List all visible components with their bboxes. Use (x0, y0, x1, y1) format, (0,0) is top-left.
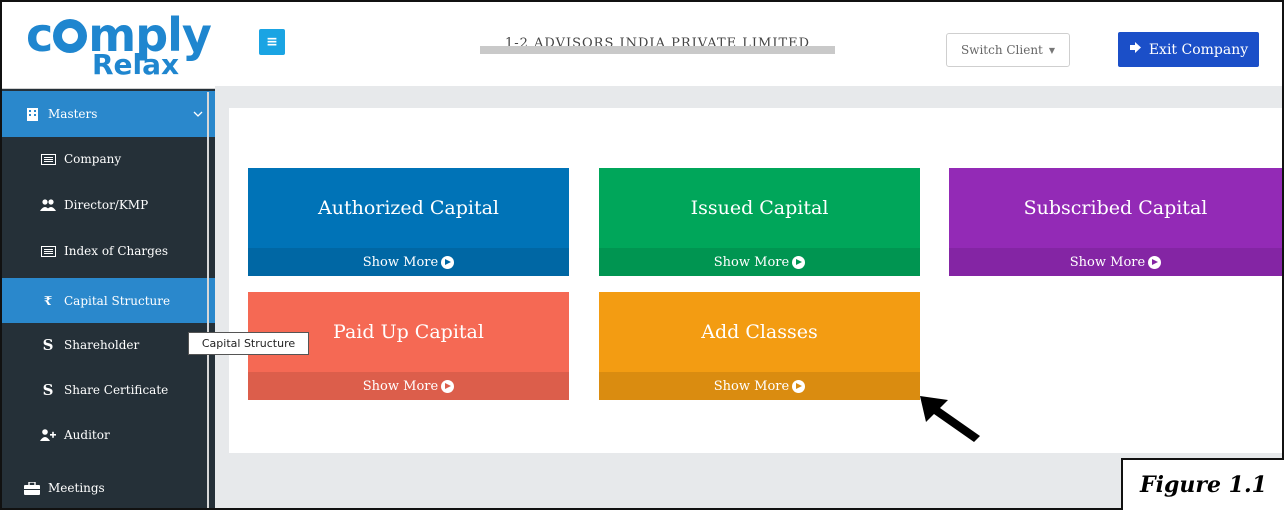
arrow-circle-right-icon (441, 379, 455, 393)
sidebar-item-label: Index of Charges (64, 244, 169, 258)
hamburger-icon: ≡ (266, 34, 278, 50)
exit-company-label: Exit Company (1148, 41, 1249, 58)
header: ≡ 1-2 ADVISORS INDIA PRIVATE LIMITED Swi… (215, 2, 1282, 86)
figure-caption: Figure 1.1 (1140, 472, 1267, 498)
show-more-link[interactable]: Show More (949, 248, 1282, 276)
show-more-label: Show More (713, 378, 790, 394)
list-icon (40, 152, 56, 166)
sidebar-item-share-certificate[interactable]: S Share Certificate (2, 368, 215, 412)
sidebar-item-index-of-charges[interactable]: Index of Charges (2, 229, 215, 273)
issued-capital-tile[interactable]: Issued Capital Show More (599, 168, 920, 276)
add-classes-tile[interactable]: Add Classes Show More (599, 292, 920, 400)
sidebar-item-label: Capital Structure (64, 293, 171, 308)
show-more-label: Show More (713, 254, 790, 270)
tooltip: Capital Structure (188, 332, 309, 355)
switch-client-dropdown[interactable]: Switch Client ▼ (946, 33, 1070, 67)
show-more-label: Show More (362, 378, 439, 394)
sidebar-scrollbar[interactable] (207, 92, 209, 508)
authorized-capital-tile[interactable]: Authorized Capital Show More (248, 168, 569, 276)
arrow-circle-right-icon (1148, 255, 1162, 269)
users-icon (40, 198, 56, 212)
content-panel (229, 108, 1282, 453)
sidebar-item-auditor[interactable]: Auditor (2, 413, 215, 457)
sidebar-item-masters[interactable]: Masters (2, 91, 215, 137)
subscribed-capital-tile[interactable]: Subscribed Capital Show More (949, 168, 1282, 276)
briefcase-icon (24, 481, 40, 495)
sidebar-item-label: Auditor (64, 428, 110, 442)
show-more-label: Show More (362, 254, 439, 270)
s-icon: S (42, 336, 54, 354)
sidebar-item-meetings[interactable]: Meetings (2, 466, 215, 510)
menu-toggle-button[interactable]: ≡ (259, 29, 285, 55)
pointer-arrow-icon (920, 396, 980, 442)
switch-client-label: Switch Client (960, 43, 1043, 57)
building-icon (24, 107, 40, 121)
sidebar-item-label: Company (64, 152, 122, 166)
sidebar-item-director-kmp[interactable]: Director/KMP (2, 183, 215, 227)
chevron-down-icon (193, 107, 203, 120)
show-more-link[interactable]: Show More (248, 372, 569, 400)
company-name: 1-2 ADVISORS INDIA PRIVATE LIMITED (480, 36, 835, 54)
sidebar-item-label: Meetings (48, 481, 105, 495)
arrow-circle-right-icon (441, 255, 455, 269)
user-plus-icon (40, 428, 56, 442)
sidebar-item-label: Shareholder (64, 338, 140, 352)
logo-subtext: Relax (92, 48, 180, 81)
figure-caption-box: Figure 1.1 (1121, 458, 1284, 510)
show-more-link[interactable]: Show More (248, 248, 569, 276)
tile-title: Add Classes (701, 321, 818, 343)
tile-title: Authorized Capital (317, 197, 500, 219)
sidebar-item-shareholder[interactable]: S Shareholder (2, 323, 215, 367)
sidebar-item-capital-structure[interactable]: ₹ Capital Structure (2, 278, 215, 323)
arrow-circle-right-icon (792, 255, 806, 269)
show-more-link[interactable]: Show More (599, 372, 920, 400)
rupee-icon: ₹ (43, 293, 53, 308)
show-more-link[interactable]: Show More (599, 248, 920, 276)
caret-down-icon: ▼ (1048, 45, 1056, 55)
tile-title: Issued Capital (690, 197, 829, 219)
sidebar-item-label: Masters (48, 107, 98, 121)
logo-o-circle-icon (53, 19, 88, 53)
s-icon: S (42, 381, 54, 399)
list-icon (40, 244, 56, 258)
sidebar-item-label: Share Certificate (64, 383, 169, 397)
sidebar: c mply Relax Masters Company Director/KMP… (2, 2, 215, 508)
logo-letter-c: c (26, 8, 53, 62)
sidebar-item-company[interactable]: Company (2, 137, 215, 181)
exit-company-button[interactable]: Exit Company (1118, 32, 1259, 67)
logo[interactable]: c mply Relax (2, 2, 215, 89)
tile-title: Subscribed Capital (1023, 197, 1208, 219)
sidebar-item-label: Director/KMP (64, 198, 149, 212)
sign-out-icon (1129, 41, 1143, 58)
arrow-circle-right-icon (792, 379, 806, 393)
show-more-label: Show More (1069, 254, 1146, 270)
